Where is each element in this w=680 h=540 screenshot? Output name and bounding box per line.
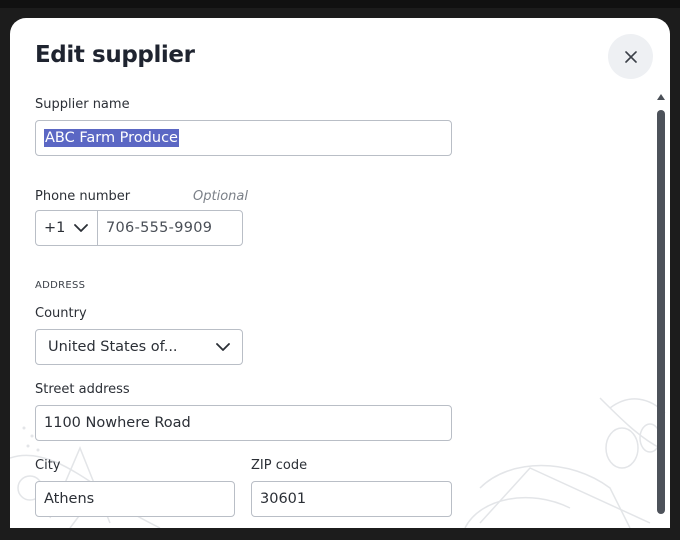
city-input[interactable]: Athens — [35, 481, 235, 517]
phone-number-input[interactable]: 706-555-9909 — [98, 211, 212, 245]
supplier-name-value: ABC Farm Produce — [44, 129, 179, 147]
city-value: Athens — [44, 491, 95, 507]
country-select[interactable]: United States of... — [35, 329, 243, 365]
zip-code-value: 30601 — [260, 491, 307, 507]
address-section-heading: ADDRESS — [35, 280, 86, 291]
country-label: Country — [35, 306, 87, 321]
country-code-select[interactable]: +1 — [36, 211, 98, 245]
phone-optional-hint: Optional — [193, 189, 248, 204]
phone-number-value: 706-555-9909 — [106, 220, 213, 236]
scroll-up-arrow-icon[interactable] — [657, 94, 665, 100]
street-address-label: Street address — [35, 382, 130, 397]
city-label: City — [35, 458, 61, 473]
country-value: United States of... — [48, 339, 178, 355]
scroll-thumb[interactable] — [657, 110, 665, 514]
phone-number-label: Phone number — [35, 189, 131, 204]
decorative-illustration — [10, 397, 666, 528]
scrollbar[interactable] — [655, 94, 667, 516]
zip-code-label: ZIP code — [251, 458, 308, 473]
dialog-title: Edit supplier — [35, 42, 195, 68]
backdrop-strip — [0, 0, 680, 8]
close-icon — [624, 50, 637, 63]
country-code-value: +1 — [44, 220, 66, 236]
supplier-name-input[interactable]: ABC Farm Produce — [35, 120, 452, 156]
close-button[interactable] — [608, 34, 653, 79]
chevron-down-icon — [216, 343, 230, 351]
supplier-name-label: Supplier name — [35, 97, 130, 112]
street-address-input[interactable]: 1100 Nowhere Road — [35, 405, 452, 441]
chevron-down-icon — [74, 224, 88, 232]
zip-code-input[interactable]: 30601 — [251, 481, 452, 517]
edit-supplier-dialog: Edit supplier Supplier name ABC Farm Pro… — [10, 18, 670, 528]
street-address-value: 1100 Nowhere Road — [44, 415, 191, 431]
phone-field: +1 706-555-9909 — [35, 210, 243, 246]
